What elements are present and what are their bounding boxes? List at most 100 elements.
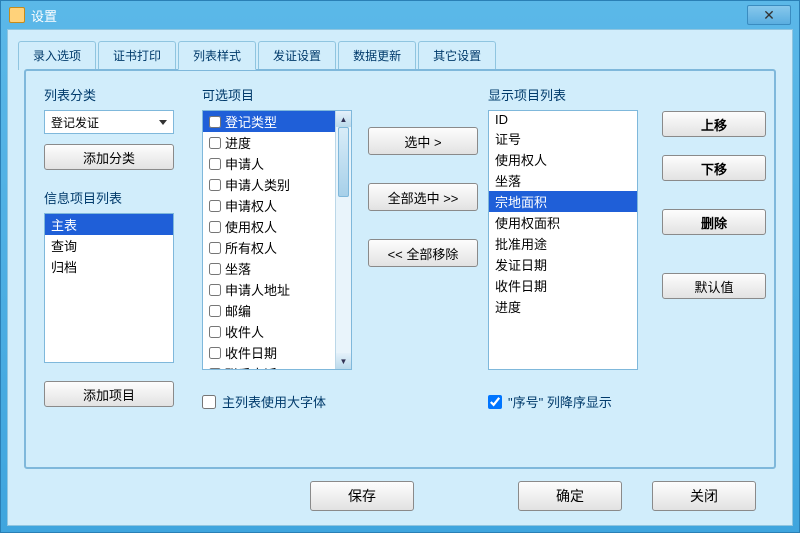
- window-title: 设置: [31, 6, 57, 25]
- large-font-checkbox[interactable]: [202, 395, 216, 409]
- available-items-listbox[interactable]: 登记类型进度申请人申请人类别申请权人使用权人所有权人坐落申请人地址邮编收件人收件…: [202, 110, 352, 370]
- select-button[interactable]: 选中 >: [368, 127, 478, 155]
- select-button-label: 选中 >: [404, 132, 441, 151]
- item-checkbox[interactable]: [209, 368, 221, 371]
- list-item[interactable]: 坐落: [489, 170, 637, 191]
- move-up-button[interactable]: 上移: [662, 111, 766, 137]
- scroll-up-icon[interactable]: ▲: [336, 111, 351, 127]
- remove-all-button-label: << 全部移除: [388, 244, 459, 263]
- item-checkbox[interactable]: [209, 221, 221, 233]
- list-item[interactable]: 坐落: [203, 258, 335, 279]
- add-item-label: 添加项目: [83, 385, 135, 404]
- item-label: 申请权人: [225, 196, 277, 215]
- list-item[interactable]: 所有权人: [203, 237, 335, 258]
- item-label: 收件人: [225, 322, 264, 341]
- display-items-listbox[interactable]: ID证号使用权人坐落宗地面积使用权面积批准用途发证日期收件日期进度: [488, 110, 638, 370]
- list-item[interactable]: 宗地面积: [489, 191, 637, 212]
- tab-0[interactable]: 录入选项: [18, 41, 96, 70]
- item-label: 收件日期: [225, 343, 277, 362]
- list-item[interactable]: 申请权人: [203, 195, 335, 216]
- tab-4[interactable]: 数据更新: [338, 41, 416, 70]
- close-button[interactable]: 关闭: [652, 481, 756, 511]
- item-checkbox[interactable]: [209, 284, 221, 296]
- item-label: 申请人地址: [225, 280, 290, 299]
- list-item[interactable]: 收件人: [203, 321, 335, 342]
- scroll-thumb[interactable]: [338, 127, 349, 197]
- app-icon: [9, 7, 25, 23]
- item-checkbox[interactable]: [209, 263, 221, 275]
- list-item[interactable]: 进度: [203, 132, 335, 153]
- item-label: 申请人: [225, 154, 264, 173]
- list-item[interactable]: ID: [489, 111, 637, 128]
- move-down-label: 下移: [701, 159, 727, 178]
- item-label: 联系电话: [225, 364, 277, 370]
- list-item[interactable]: 证号: [489, 128, 637, 149]
- add-item-button[interactable]: 添加项目: [44, 381, 174, 407]
- add-category-label: 添加分类: [83, 148, 135, 167]
- category-dropdown[interactable]: 登记发证: [44, 110, 174, 134]
- tab-1[interactable]: 证书打印: [98, 41, 176, 70]
- list-item[interactable]: 登记类型: [203, 111, 335, 132]
- default-button[interactable]: 默认值: [662, 273, 766, 299]
- list-item[interactable]: 归档: [45, 256, 173, 277]
- item-checkbox[interactable]: [209, 242, 221, 254]
- list-item[interactable]: 使用权人: [489, 149, 637, 170]
- move-down-button[interactable]: 下移: [662, 155, 766, 181]
- list-item[interactable]: 申请人类别: [203, 174, 335, 195]
- tab-5[interactable]: 其它设置: [418, 41, 496, 70]
- scrollbar[interactable]: ▲ ▼: [335, 111, 351, 369]
- item-label: 所有权人: [225, 238, 277, 257]
- settings-panel: 列表分类 登记发证 添加分类 信息项目列表 主表查询归档 添加项目 可选项目 登: [24, 69, 776, 469]
- list-item[interactable]: 使用权面积: [489, 212, 637, 233]
- item-label: 坐落: [225, 259, 251, 278]
- delete-label: 删除: [701, 213, 727, 232]
- select-all-button-label: 全部选中 >>: [388, 188, 459, 207]
- tab-3[interactable]: 发证设置: [258, 41, 336, 70]
- select-all-button[interactable]: 全部选中 >>: [368, 183, 478, 211]
- seq-desc-label: "序号" 列降序显示: [508, 392, 612, 411]
- save-button[interactable]: 保存: [310, 481, 414, 511]
- item-checkbox[interactable]: [209, 116, 221, 128]
- list-item[interactable]: 查询: [45, 235, 173, 256]
- list-item[interactable]: 申请人地址: [203, 279, 335, 300]
- titlebar: 设置 ✕: [1, 1, 799, 29]
- list-item[interactable]: 主表: [45, 214, 173, 235]
- seq-desc-checkbox[interactable]: [488, 395, 502, 409]
- category-dropdown-value: 登记发证: [51, 114, 99, 131]
- list-item[interactable]: 使用权人: [203, 216, 335, 237]
- ok-label: 确定: [556, 486, 584, 506]
- item-checkbox[interactable]: [209, 305, 221, 317]
- large-font-label: 主列表使用大字体: [222, 392, 326, 411]
- item-checkbox[interactable]: [209, 200, 221, 212]
- add-category-button[interactable]: 添加分类: [44, 144, 174, 170]
- list-item[interactable]: 申请人: [203, 153, 335, 174]
- item-checkbox[interactable]: [209, 137, 221, 149]
- list-item[interactable]: 邮编: [203, 300, 335, 321]
- info-item-listbox[interactable]: 主表查询归档: [44, 213, 174, 363]
- scroll-down-icon[interactable]: ▼: [336, 353, 351, 369]
- window-close-button[interactable]: ✕: [747, 5, 791, 25]
- item-label: 邮编: [225, 301, 251, 320]
- list-item[interactable]: 批准用途: [489, 233, 637, 254]
- display-label: 显示项目列表: [488, 85, 648, 104]
- category-label: 列表分类: [44, 85, 184, 104]
- list-item[interactable]: 发证日期: [489, 254, 637, 275]
- ok-button[interactable]: 确定: [518, 481, 622, 511]
- bottom-button-bar: 保存 确定 关闭: [8, 481, 792, 511]
- item-label: 使用权人: [225, 217, 277, 236]
- list-item[interactable]: 进度: [489, 296, 637, 317]
- list-item[interactable]: 收件日期: [203, 342, 335, 363]
- item-checkbox[interactable]: [209, 179, 221, 191]
- default-label: 默认值: [694, 277, 733, 296]
- delete-button[interactable]: 删除: [662, 209, 766, 235]
- available-label: 可选项目: [202, 85, 362, 104]
- list-item[interactable]: 联系电话: [203, 363, 335, 370]
- list-item[interactable]: 收件日期: [489, 275, 637, 296]
- item-checkbox[interactable]: [209, 326, 221, 338]
- remove-all-button[interactable]: << 全部移除: [368, 239, 478, 267]
- item-checkbox[interactable]: [209, 158, 221, 170]
- tab-2[interactable]: 列表样式: [178, 41, 256, 70]
- item-label: 申请人类别: [225, 175, 290, 194]
- item-checkbox[interactable]: [209, 347, 221, 359]
- tab-strip: 录入选项证书打印列表样式发证设置数据更新其它设置: [8, 30, 792, 69]
